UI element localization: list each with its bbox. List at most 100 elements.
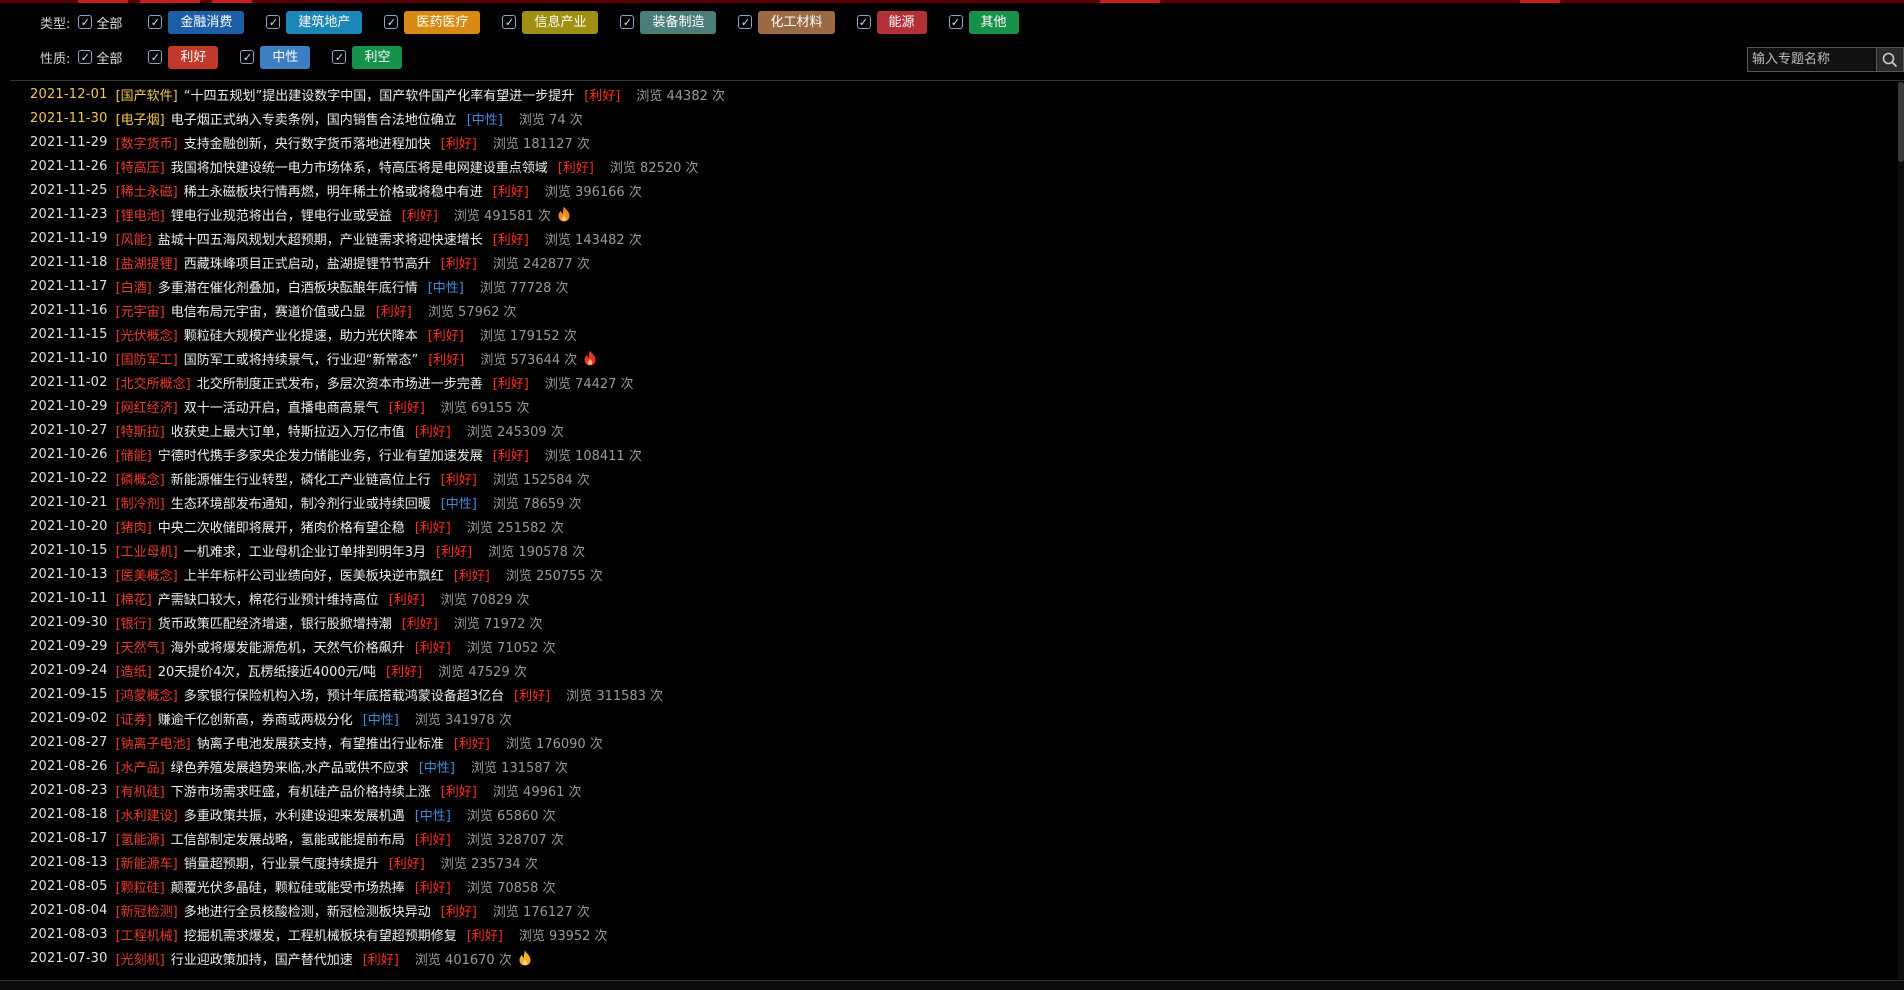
check-icon[interactable]: ✓ bbox=[384, 15, 399, 29]
nature-filter-option[interactable]: ✓ 利空 bbox=[332, 45, 403, 69]
check-icon[interactable]: ✓ bbox=[738, 15, 753, 29]
topic-title-link[interactable]: 海外或将爆发能源危机，天然气价格飙升 bbox=[171, 637, 405, 656]
topic-category[interactable]: [银行] bbox=[116, 613, 152, 632]
topic-title-link[interactable]: 颠覆光伏多晶硅，颗粒硅或能受市场热捧 bbox=[171, 877, 405, 896]
topic-title-link[interactable]: 锂电行业规范将出台，锂电行业或受益 bbox=[171, 205, 392, 224]
topic-row[interactable]: 2021-08-27 [钠离子电池] 钠离子电池发展获支持，有望推出行业标准 [利好]… bbox=[0, 730, 1904, 754]
topic-category[interactable]: [特高压] bbox=[116, 157, 165, 176]
topic-title-link[interactable]: 西藏珠峰项目正式启动，盐湖提锂节节高升 bbox=[184, 253, 431, 272]
topic-title-link[interactable]: 电信布局元宇宙，赛道价值或凸显 bbox=[171, 301, 366, 320]
topic-category[interactable]: [北交所概念] bbox=[116, 373, 191, 392]
topic-title-link[interactable]: 颗粒硅大规模产业化提速，助力光伏降本 bbox=[184, 325, 418, 344]
topic-category[interactable]: [网红经济] bbox=[116, 397, 178, 416]
topic-category[interactable]: [工程机械] bbox=[116, 925, 178, 944]
search-button[interactable] bbox=[1877, 47, 1904, 72]
topic-row[interactable]: 2021-10-21 [制冷剂] 生态环境部发布通知，制冷剂行业或持续回暖 [中性] 浏… bbox=[0, 490, 1904, 514]
topic-title-link[interactable]: 宁德时代携手多家央企发力储能业务，行业有望加速发展 bbox=[158, 445, 483, 464]
check-icon[interactable]: ✓ bbox=[502, 15, 517, 29]
topic-title-link[interactable]: 多重潜在催化剂叠加，白酒板块酝酿年底行情 bbox=[158, 277, 418, 296]
topic-category[interactable]: [国产软件] bbox=[116, 85, 178, 104]
check-icon[interactable]: ✓ bbox=[948, 15, 963, 29]
topic-row[interactable]: 2021-08-04 [新冠检测] 多地进行全员核酸检测，新冠检测板块异动 [利好] 浏… bbox=[0, 898, 1904, 922]
topic-category[interactable]: [猪肉] bbox=[116, 517, 152, 536]
check-icon[interactable]: ✓ bbox=[332, 50, 347, 64]
scrollbar-thumb[interactable] bbox=[1898, 82, 1904, 162]
nature-filter-chip[interactable]: 利好 bbox=[168, 45, 219, 69]
type-filter-chip[interactable]: 其他 bbox=[968, 10, 1019, 34]
topic-title-link[interactable]: 20天提价4次，瓦楞纸接近4000元/吨 bbox=[158, 661, 376, 680]
check-icon[interactable]: ✓ bbox=[148, 50, 163, 64]
topic-title-link[interactable]: 北交所制度正式发布，多层次资本市场进一步完善 bbox=[197, 373, 483, 392]
topic-title-link[interactable]: 国防军工或将持续景气，行业迎“新常态” bbox=[184, 349, 418, 368]
topic-row[interactable]: 2021-11-29 [数字货币] 支持金融创新，央行数字货币落地进程加快 [利好] 浏… bbox=[0, 130, 1904, 154]
topic-category[interactable]: [盐湖提锂] bbox=[116, 253, 178, 272]
topic-row[interactable]: 2021-08-13 [新能源车] 销量超预期，行业景气度持续提升 [利好] 浏览 23… bbox=[0, 850, 1904, 874]
type-filter-chip[interactable]: 金融消费 bbox=[168, 10, 245, 34]
topic-row[interactable]: 2021-10-15 [工业母机] 一机难求，工业母机企业订单排到明年3月 [利好] 浏… bbox=[0, 538, 1904, 562]
topic-category[interactable]: [造纸] bbox=[116, 661, 152, 680]
topic-title-link[interactable]: 工信部制定发展战略，氢能或能提前布局 bbox=[171, 829, 405, 848]
check-icon[interactable]: ✓ bbox=[78, 50, 93, 64]
topic-category[interactable]: [磷概念] bbox=[116, 469, 165, 488]
nature-filter-chip[interactable]: 中性 bbox=[260, 45, 311, 69]
topic-title-link[interactable]: 收获史上最大订单，特斯拉迈入万亿市值 bbox=[171, 421, 405, 440]
topic-title-link[interactable]: 盐城十四五海风规划大超预期，产业链需求将迎快速增长 bbox=[158, 229, 483, 248]
topic-title-link[interactable]: 上半年标杆公司业绩向好，医美板块逆市飘红 bbox=[184, 565, 444, 584]
topic-title-link[interactable]: 货币政策匹配经济增速，银行股掀增持潮 bbox=[158, 613, 392, 632]
topic-row[interactable]: 2021-09-24 [造纸] 20天提价4次，瓦楞纸接近4000元/吨 [利好] 浏览… bbox=[0, 658, 1904, 682]
type-filter-chip[interactable]: 能源 bbox=[876, 10, 927, 34]
topic-category[interactable]: [元宇宙] bbox=[116, 301, 165, 320]
type-all-option[interactable]: ✓ 全部 bbox=[78, 13, 122, 32]
topic-row[interactable]: 2021-09-02 [证券] 赚逾千亿创新高，券商或两极分化 [中性] 浏览 3419… bbox=[0, 706, 1904, 730]
topic-row[interactable]: 2021-10-26 [储能] 宁德时代携手多家央企发力储能业务，行业有望加速发展 [… bbox=[0, 442, 1904, 466]
type-filter-option[interactable]: ✓ 信息产业 bbox=[502, 10, 599, 34]
topic-category[interactable]: [天然气] bbox=[116, 637, 165, 656]
topic-category[interactable]: [有机硅] bbox=[116, 781, 165, 800]
topic-category[interactable]: [医美概念] bbox=[116, 565, 178, 584]
topic-row[interactable]: 2021-11-26 [特高压] 我国将加快建设统一电力市场体系，特高压将是电网建设… bbox=[0, 154, 1904, 178]
topic-title-link[interactable]: 销量超预期，行业景气度持续提升 bbox=[184, 853, 379, 872]
topic-row[interactable]: 2021-07-30 [光刻机] 行业迎政策加持，国产替代加速 [利好] 浏览 4016… bbox=[0, 946, 1904, 970]
topic-title-link[interactable]: 下游市场需求旺盛，有机硅产品价格持续上涨 bbox=[171, 781, 431, 800]
topic-row[interactable]: 2021-09-30 [银行] 货币政策匹配经济增速，银行股掀增持潮 [利好] 浏览 7… bbox=[0, 610, 1904, 634]
topic-title-link[interactable]: 产需缺口较大，棉花行业预计维持高位 bbox=[158, 589, 379, 608]
topic-category[interactable]: [工业母机] bbox=[116, 541, 178, 560]
topic-title-link[interactable]: “十四五规划”提出建设数字中国，国产软件国产化率有望进一步提升 bbox=[184, 85, 574, 104]
topic-title-link[interactable]: 多地进行全员核酸检测，新冠检测板块异动 bbox=[184, 901, 431, 920]
topic-title-link[interactable]: 赚逾千亿创新高，券商或两极分化 bbox=[158, 709, 353, 728]
nature-filter-chip[interactable]: 利空 bbox=[352, 45, 403, 69]
type-filter-chip[interactable]: 装备制造 bbox=[640, 10, 717, 34]
topic-row[interactable]: 2021-08-23 [有机硅] 下游市场需求旺盛，有机硅产品价格持续上涨 [利好] 浏… bbox=[0, 778, 1904, 802]
nature-filter-option[interactable]: ✓ 利好 bbox=[148, 45, 219, 69]
topic-category[interactable]: [锂电池] bbox=[116, 205, 165, 224]
topic-row[interactable]: 2021-09-15 [鸿蒙概念] 多家银行保险机构入场，预计年底搭载鸿蒙设备超3亿… bbox=[0, 682, 1904, 706]
topic-category[interactable]: [新冠检测] bbox=[116, 901, 178, 920]
topic-row[interactable]: 2021-09-29 [天然气] 海外或将爆发能源危机，天然气价格飙升 [利好] 浏览 … bbox=[0, 634, 1904, 658]
topic-row[interactable]: 2021-10-22 [磷概念] 新能源催生行业转型，磷化工产业链高位上行 [利好] 浏… bbox=[0, 466, 1904, 490]
nature-all-option[interactable]: ✓ 全部 bbox=[78, 48, 122, 67]
topic-row[interactable]: 2021-10-11 [棉花] 产需缺口较大，棉花行业预计维持高位 [利好] 浏览 70… bbox=[0, 586, 1904, 610]
topic-row[interactable]: 2021-11-02 [北交所概念] 北交所制度正式发布，多层次资本市场进一步完善 [… bbox=[0, 370, 1904, 394]
topic-title-link[interactable]: 新能源催生行业转型，磷化工产业链高位上行 bbox=[171, 469, 431, 488]
topic-category[interactable]: [白酒] bbox=[116, 277, 152, 296]
topic-row[interactable]: 2021-12-01 [国产软件] “十四五规划”提出建设数字中国，国产软件国产化率… bbox=[0, 82, 1904, 106]
topic-title-link[interactable]: 一机难求，工业母机企业订单排到明年3月 bbox=[184, 541, 426, 560]
topic-category[interactable]: [钠离子电池] bbox=[116, 733, 191, 752]
topic-title-link[interactable]: 稀土永磁板块行情再燃，明年稀土价格或将稳中有进 bbox=[184, 181, 483, 200]
topic-row[interactable]: 2021-10-13 [医美概念] 上半年标杆公司业绩向好，医美板块逆市飘红 [利好]… bbox=[0, 562, 1904, 586]
type-filter-chip[interactable]: 化工材料 bbox=[758, 10, 835, 34]
topic-row[interactable]: 2021-08-05 [颗粒硅] 颠覆光伏多晶硅，颗粒硅或能受市场热捧 [利好] 浏览 … bbox=[0, 874, 1904, 898]
topic-category[interactable]: [水利建设] bbox=[116, 805, 178, 824]
topic-row[interactable]: 2021-11-19 [风能] 盐城十四五海风规划大超预期，产业链需求将迎快速增长 [… bbox=[0, 226, 1904, 250]
topic-row[interactable]: 2021-10-20 [猪肉] 中央二次收储即将展开，猪肉价格有望企稳 [利好] 浏览 … bbox=[0, 514, 1904, 538]
type-filter-option[interactable]: ✓ 其他 bbox=[948, 10, 1019, 34]
type-filter-option[interactable]: ✓ 医药医疗 bbox=[384, 10, 481, 34]
topic-category[interactable]: [光刻机] bbox=[116, 949, 165, 968]
topic-row[interactable]: 2021-11-23 [锂电池] 锂电行业规范将出台，锂电行业或受益 [利好] 浏览 4… bbox=[0, 202, 1904, 226]
topic-row[interactable]: 2021-08-26 [水产品] 绿色养殖发展趋势来临,水产品或供不应求 [中性] 浏览… bbox=[0, 754, 1904, 778]
search-input[interactable] bbox=[1747, 47, 1877, 72]
topic-category[interactable]: [氢能源] bbox=[116, 829, 165, 848]
topic-title-link[interactable]: 挖掘机需求爆发，工程机械板块有望超预期修复 bbox=[184, 925, 457, 944]
topic-row[interactable]: 2021-08-18 [水利建设] 多重政策共振，水利建设迎来发展机遇 [中性] 浏览 … bbox=[0, 802, 1904, 826]
topic-category[interactable]: [新能源车] bbox=[116, 853, 178, 872]
